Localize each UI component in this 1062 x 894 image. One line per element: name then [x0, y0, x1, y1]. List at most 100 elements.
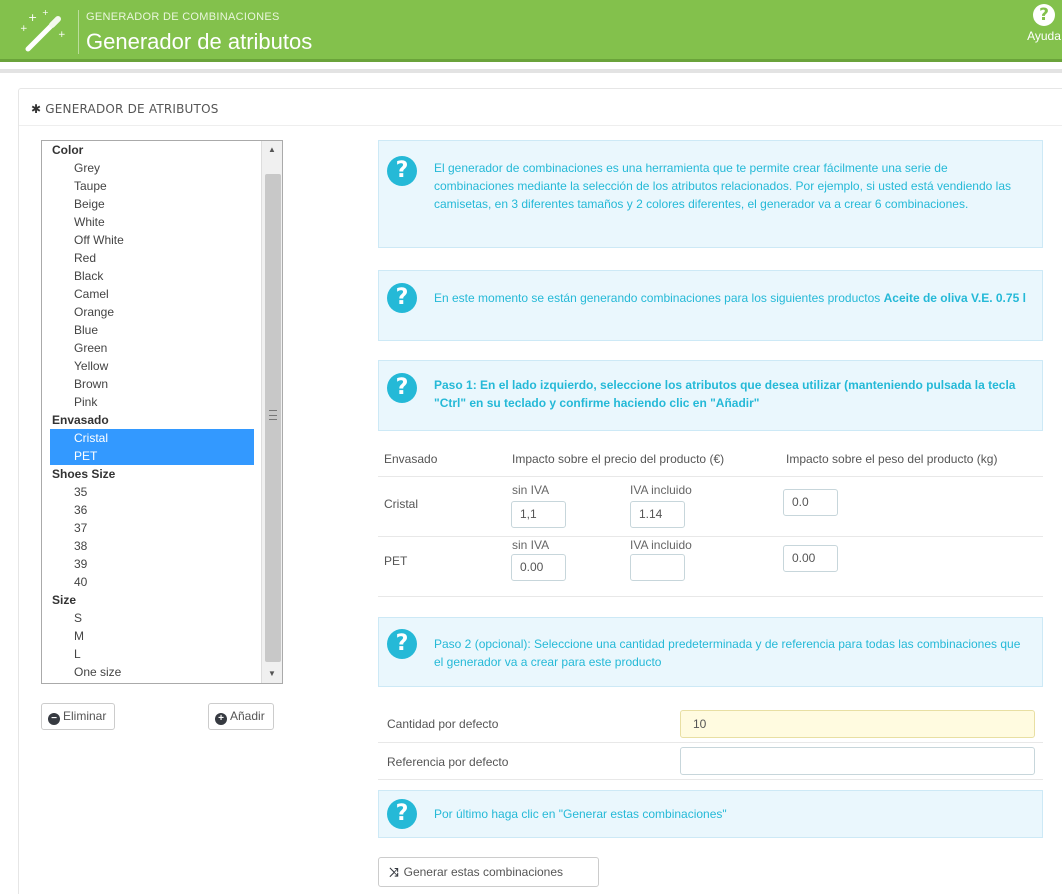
attribute-option[interactable]: Camel	[42, 285, 260, 303]
scroll-down-icon[interactable]: ▼	[262, 665, 282, 683]
info-box-intro: ? El generador de combinaciones es una h…	[378, 140, 1043, 248]
default-quantity-input[interactable]: 10	[680, 710, 1035, 738]
attribute-option[interactable]: Green	[42, 339, 260, 357]
breadcrumb[interactable]: GENERADOR DE COMBINACIONES	[86, 11, 280, 23]
question-icon: ?	[387, 283, 417, 313]
tax-incl-label: IVA incluido	[630, 483, 692, 497]
attribute-option[interactable]: Yellow	[42, 357, 260, 375]
info-final-text: Por último haga clic en "Generar estas c…	[434, 807, 727, 821]
field-divider	[378, 742, 1043, 743]
attribute-option[interactable]: PET	[50, 447, 254, 465]
question-icon: ?	[387, 629, 417, 659]
price-incl-input[interactable]: 1.14	[630, 501, 685, 528]
panel-heading-text: GENERADOR DE ATRIBUTOS	[45, 102, 219, 116]
default-reference-input[interactable]	[680, 747, 1035, 775]
attribute-group-label: Color	[52, 143, 84, 157]
svg-text:+: +	[58, 30, 66, 40]
remove-button[interactable]: − Eliminar	[41, 703, 116, 730]
minus-circle-icon: −	[48, 713, 60, 725]
weight-input[interactable]: 0.00	[783, 545, 838, 572]
add-button-label: Añadir	[230, 709, 265, 723]
tax-incl-label: IVA incluido	[630, 538, 692, 552]
scroll-up-icon[interactable]: ▲	[262, 141, 282, 159]
header-bar: + + + + GENERADOR DE COMBINACIONES Gener…	[0, 0, 1062, 62]
header-shadow	[0, 69, 1062, 73]
impact-row-label: Cristal	[384, 497, 419, 511]
attribute-option[interactable]: Pink	[42, 393, 260, 411]
default-quantity-label: Cantidad por defecto	[387, 717, 499, 731]
attribute-option[interactable]: Red	[42, 249, 260, 267]
attribute-option[interactable]: Beige	[42, 195, 260, 213]
price-excl-input[interactable]: 0.00	[511, 554, 566, 581]
attribute-option[interactable]: One size	[42, 663, 260, 681]
impact-row-label: PET	[384, 554, 408, 568]
generate-combinations-button[interactable]: ⤨ Generar estas combinaciones	[378, 857, 599, 887]
table-divider	[378, 476, 1043, 477]
attribute-option[interactable]: 38	[42, 537, 260, 555]
impact-header-group: Envasado	[384, 452, 438, 466]
panel-divider	[19, 125, 1062, 126]
tax-excl-label: sin IVA	[512, 483, 550, 497]
info-step1-text: Paso 1: En el lado izquierdo, seleccione…	[434, 378, 1016, 410]
attribute-option[interactable]: Taupe	[42, 177, 260, 195]
info-box-final: ? Por último haga clic en "Generar estas…	[378, 790, 1043, 838]
question-icon: ?	[387, 799, 417, 829]
grip-icon	[269, 410, 277, 420]
price-excl-input[interactable]: 1,1	[511, 501, 566, 528]
impact-header-weight: Impacto sobre el peso del producto (kg)	[786, 452, 998, 466]
help-button[interactable]: ? Ayuda	[1026, 4, 1062, 43]
shuffle-icon: ⤨	[389, 865, 399, 879]
scrollbar-thumb[interactable]	[265, 174, 281, 662]
attribute-option[interactable]: Grey	[42, 159, 260, 177]
info-box-step1: ? Paso 1: En el lado izquierdo, seleccio…	[378, 360, 1043, 431]
attribute-list-options: Color Grey Taupe Beige White Off White Red Blac…	[42, 141, 260, 681]
field-divider	[378, 779, 1043, 780]
weight-input[interactable]: 0.0	[783, 489, 838, 516]
attribute-option[interactable]: L	[42, 645, 260, 663]
attribute-option[interactable]: White	[42, 213, 260, 231]
svg-text:+: +	[20, 24, 28, 34]
add-button[interactable]: + Añadir	[208, 703, 274, 730]
info-intro-text: El generador de combinaciones es una her…	[434, 161, 1012, 211]
attribute-option[interactable]: Black	[42, 267, 260, 285]
attribute-list-scrollbar[interactable]: ▲ ▼	[261, 141, 282, 683]
asterisk-icon: ✱	[31, 102, 42, 116]
info-step2-text: Paso 2 (opcional): Seleccione una cantid…	[434, 637, 1021, 669]
attribute-option[interactable]: Cristal	[50, 429, 254, 447]
attribute-option[interactable]: Off White	[42, 231, 260, 249]
svg-text:+: +	[42, 8, 49, 17]
attribute-list[interactable]: Color Grey Taupe Beige White Off White Red Blac…	[41, 140, 283, 684]
product-name: Aceite de oliva V.E. 0.75 l	[883, 291, 1026, 305]
attribute-option[interactable]: Orange	[42, 303, 260, 321]
attribute-option[interactable]: Blue	[42, 321, 260, 339]
attribute-group-label: Envasado	[52, 413, 109, 427]
attribute-option[interactable]: 36	[42, 501, 260, 519]
help-label: Ayuda	[1027, 29, 1061, 43]
attribute-group-label: Size	[52, 593, 77, 607]
page-title: Generador de atributos	[86, 29, 313, 54]
tax-excl-label: sin IVA	[512, 538, 550, 552]
default-reference-label: Referencia por defecto	[387, 755, 509, 769]
remove-button-label: Eliminar	[63, 709, 107, 723]
attribute-option[interactable]: 37	[42, 519, 260, 537]
plus-circle-icon: +	[215, 713, 227, 725]
info-box-product: ? En este momento se están generando com…	[378, 270, 1043, 341]
attribute-option[interactable]: 39	[42, 555, 260, 573]
attribute-option[interactable]: 40	[42, 573, 260, 591]
attribute-option[interactable]: Brown	[42, 375, 260, 393]
impact-header-price: Impacto sobre el precio del producto (€)	[512, 452, 725, 466]
magic-wand-icon: + + + +	[20, 8, 66, 52]
header-divider	[78, 10, 79, 54]
attribute-option[interactable]: S	[42, 609, 260, 627]
attribute-option[interactable]: M	[42, 627, 260, 645]
info-box-step2: ? Paso 2 (opcional): Seleccione una cant…	[378, 617, 1043, 687]
info-product-prefix: En este momento se están generando combi…	[434, 291, 884, 305]
svg-text:+: +	[28, 11, 37, 24]
table-row-divider	[378, 596, 1043, 597]
question-icon: ?	[387, 373, 417, 403]
attribute-group-label: Shoes Size	[52, 467, 116, 481]
generate-button-label: Generar estas combinaciones	[403, 865, 564, 879]
question-icon: ?	[387, 156, 417, 186]
price-incl-input[interactable]	[630, 554, 685, 581]
attribute-option[interactable]: 35	[42, 483, 260, 501]
